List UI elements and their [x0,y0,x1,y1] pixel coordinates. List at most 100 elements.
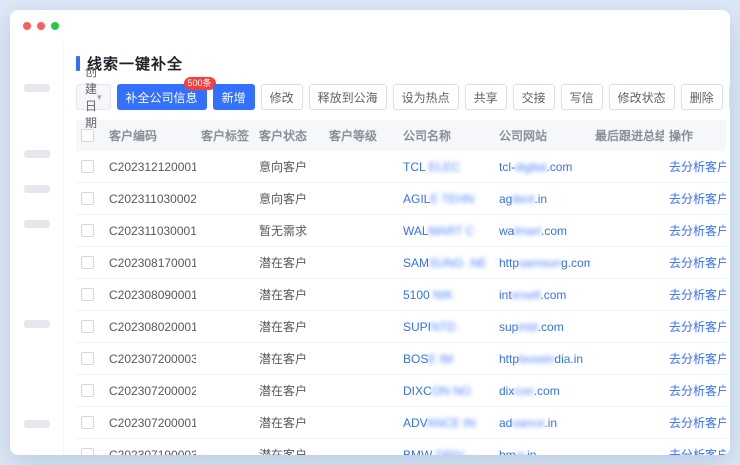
company-website-link[interactable]: dixcon.com [499,384,560,398]
analyze-customer-link[interactable]: 去分析客户 [669,352,726,366]
company-website-link[interactable]: intersell.com [499,288,566,302]
company-website-link[interactable]: supintd.com [499,320,564,334]
company-website-link[interactable]: walmart.com [499,224,567,238]
sidebar-nav [10,42,64,455]
toolbar-button-delete[interactable]: 删除 [681,84,723,110]
date-filter-label: 创建日期 [85,63,97,131]
sidebar-skeleton-item[interactable] [24,420,50,428]
company-name-pre: 5100 [403,288,430,302]
website-blur: lmart [514,224,541,238]
customer-level [324,343,398,375]
company-name-link[interactable]: 5100 NIK [403,288,453,302]
website-blur: con [514,384,533,398]
toolbar-button-edit[interactable]: 修改 [261,84,303,110]
customer-level [324,439,398,456]
table-row: C202311030002 意向客户 AGILE TEHN agilent.in… [76,183,726,215]
toolbar-text-buttons: 修改释放到公海设为热点共享交接写信修改状态删除 [261,84,723,110]
toolbar-button-share[interactable]: 共享 [465,84,507,110]
close-window-button[interactable] [23,22,31,30]
row-checkbox[interactable] [81,160,94,173]
company-website-link[interactable]: bmw.in [499,448,536,456]
analyze-customer-link[interactable]: 去分析客户 [669,416,726,430]
customer-tag [196,151,254,183]
analyze-customer-link[interactable]: 去分析客户 [669,224,726,238]
sidebar-skeleton-item[interactable] [24,150,50,158]
company-name-blur: ELEC [429,160,460,174]
sidebar-skeleton-item[interactable] [24,320,50,328]
analyze-customer-link[interactable]: 去分析客户 [669,320,726,334]
customer-code: C202307200002 [104,375,196,407]
more-button[interactable]: 更多... ▾ [729,84,730,110]
company-website-link[interactable]: httpsamsung.com [499,256,590,270]
sidebar-skeleton-item[interactable] [24,220,50,228]
company-name-link[interactable]: WALMART C [403,224,474,238]
row-checkbox[interactable] [81,352,94,365]
company-website-link[interactable]: advance.in [499,416,557,430]
row-checkbox[interactable] [81,448,94,455]
col-company-name: 公司名称 [398,120,494,151]
company-website-link[interactable]: agilent.in [499,192,547,206]
row-checkbox[interactable] [81,224,94,237]
company-website-link[interactable]: httpboseindia.in [499,352,583,366]
toolbar-button-handover[interactable]: 交接 [513,84,555,110]
complete-company-info-label: 补全公司信息 [126,91,198,105]
company-name-link[interactable]: SAMSUNG .NE [403,256,487,270]
website-blur: digital [515,160,546,174]
page-title-row: 线索一键补全 [76,52,716,74]
analyze-customer-link[interactable]: 去分析客户 [669,160,726,174]
maximize-window-button[interactable] [51,22,59,30]
minimize-window-button[interactable] [37,22,45,30]
company-name-cell: DIXCON NO [398,375,494,407]
sidebar-skeleton-item[interactable] [24,84,50,92]
company-name-cell: ADVANCE IN [398,407,494,439]
analyze-customer-link[interactable]: 去分析客户 [669,288,726,302]
row-checkbox[interactable] [81,256,94,269]
company-name-link[interactable]: BOSE IM [403,352,453,366]
company-website-cell: httpboseindia.in [494,343,590,375]
toolbar-button-release-to-sea[interactable]: 释放到公海 [309,84,387,110]
analyze-customer-link[interactable]: 去分析客户 [669,256,726,270]
company-name-blur: NTD . [431,320,462,334]
company-name-link[interactable]: DIXCON NO [403,384,471,398]
analyze-customer-link[interactable]: 去分析客户 [669,448,726,455]
customer-level [324,375,398,407]
company-name-link[interactable]: BMW DRIV [403,448,464,456]
website-post: .com [546,160,572,174]
date-filter-select[interactable]: 创建日期 ▾ [76,84,111,110]
row-checkbox[interactable] [81,320,94,333]
company-name-cell: AGILE TEHN [398,183,494,215]
company-name-cell: BOSE IM [398,343,494,375]
row-checkbox[interactable] [81,288,94,301]
toolbar-button-change-status[interactable]: 修改状态 [609,84,675,110]
sidebar-skeleton-item[interactable] [24,185,50,193]
company-name-link[interactable]: ADVANCE IN [403,416,475,430]
company-name-link[interactable]: AGILE TEHN [403,192,474,206]
toolbar-button-write-letter[interactable]: 写信 [561,84,603,110]
company-name-link[interactable]: TCL ELEC [403,160,460,174]
company-website-cell: agilent.in [494,183,590,215]
customer-status: 暂无需求 [254,215,324,247]
table-row: C202308020001 潜在客户 SUPINTD . supintd.com… [76,311,726,343]
toolbar-button-set-hot[interactable]: 设为热点 [393,84,459,110]
company-name-blur: NIK [430,288,453,302]
customer-tag [196,343,254,375]
complete-company-info-button[interactable]: 补全公司信息 500条 [117,84,207,110]
table-row: C202307200001 潜在客户 ADVANCE IN advance.in… [76,407,726,439]
website-blur: ersell [512,288,541,302]
analyze-customer-link[interactable]: 去分析客户 [669,192,726,206]
website-post: g.com [561,256,590,270]
company-name-link[interactable]: SUPINTD . [403,320,462,334]
company-website-link[interactable]: tcl-digital.com [499,160,572,174]
website-blur: vance [512,416,544,430]
customer-status: 潜在客户 [254,407,324,439]
title-accent-bar [76,56,80,71]
followup-summary [590,375,664,407]
customer-code: C202307200001 [104,407,196,439]
row-checkbox[interactable] [81,384,94,397]
analyze-customer-link[interactable]: 去分析客户 [669,384,726,398]
row-checkbox[interactable] [81,416,94,429]
row-checkbox[interactable] [81,192,94,205]
followup-summary [590,183,664,215]
website-pre: ag [499,192,512,206]
add-button[interactable]: 新增 [213,84,255,110]
